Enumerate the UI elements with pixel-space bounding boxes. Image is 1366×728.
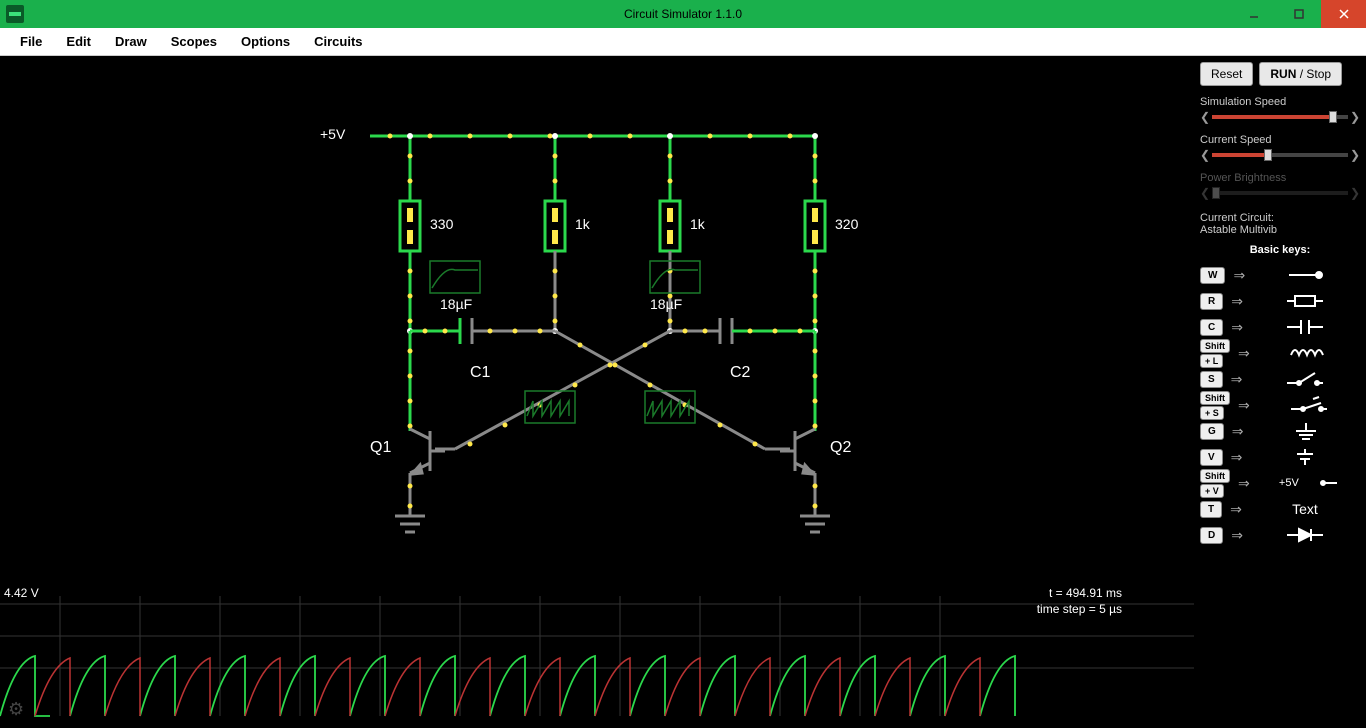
- vsource-icon: [1250, 447, 1360, 467]
- c1-label: C1: [470, 364, 490, 382]
- keys-header: Basic keys:: [1200, 244, 1360, 256]
- gear-icon[interactable]: ⚙: [8, 699, 24, 720]
- maximize-button[interactable]: [1276, 0, 1321, 28]
- circuit-canvas[interactable]: +5V 330 1k 1k 320 18µF 18µF C1 C2 Q1 Q2 …: [0, 56, 1194, 728]
- r4-value: 320: [835, 216, 858, 232]
- arrow-icon: ⇒: [1231, 293, 1243, 310]
- current-circuit-label: Current Circuit:: [1200, 212, 1360, 224]
- key-button[interactable]: W: [1200, 267, 1225, 284]
- key-button[interactable]: + V: [1200, 484, 1224, 498]
- arrow-icon: ⇒: [1231, 371, 1243, 388]
- key-row: T ⇒ Text: [1200, 496, 1360, 522]
- c2-label: C2: [730, 364, 750, 382]
- key-row: R⇒: [1200, 288, 1360, 314]
- key-row: Shift+ S ⇒: [1200, 392, 1360, 418]
- arrow-icon: ⇒: [1230, 501, 1242, 518]
- arrow-icon: ⇒: [1231, 449, 1243, 466]
- key-button[interactable]: T: [1200, 501, 1222, 518]
- arrow-icon: ⇒: [1238, 345, 1250, 362]
- arrow-icon: ⇒: [1232, 423, 1244, 440]
- diode-icon: [1251, 525, 1360, 545]
- key-row: C⇒: [1200, 314, 1360, 340]
- text-icon: Text: [1250, 501, 1360, 517]
- menubar: File Edit Draw Scopes Options Circuits: [0, 28, 1366, 56]
- key-button[interactable]: Shift: [1200, 469, 1230, 483]
- key-row: V⇒: [1200, 444, 1360, 470]
- menu-circuits[interactable]: Circuits: [314, 34, 362, 49]
- key-row: W⇒: [1200, 262, 1360, 288]
- scope-step: time step = 5 µs: [1037, 602, 1122, 616]
- r3-value: 1k: [690, 216, 705, 232]
- app-icon: [6, 5, 24, 23]
- titlebar: Circuit Simulator 1.1.0: [0, 0, 1366, 28]
- run-stop-button[interactable]: RUN / Stop: [1259, 62, 1342, 86]
- chevron-right-icon[interactable]: ❯: [1350, 110, 1360, 124]
- key-row: G⇒: [1200, 418, 1360, 444]
- scope-voltage: 4.42 V: [4, 586, 39, 600]
- c2-value: 18µF: [650, 296, 682, 312]
- chevron-right-icon[interactable]: ❯: [1350, 148, 1360, 162]
- key-button[interactable]: Shift: [1200, 391, 1230, 405]
- key-button[interactable]: R: [1200, 293, 1223, 310]
- wire-icon: [1253, 265, 1360, 285]
- chevron-right-icon: ❯: [1350, 186, 1360, 200]
- key-button[interactable]: G: [1200, 423, 1224, 440]
- key-button[interactable]: + L: [1200, 354, 1223, 368]
- current-speed-slider[interactable]: ❮ ❯: [1200, 148, 1360, 162]
- key-button[interactable]: Shift: [1200, 339, 1230, 353]
- r2-value: 1k: [575, 216, 590, 232]
- menu-options[interactable]: Options: [241, 34, 290, 49]
- key-row: S⇒: [1200, 366, 1360, 392]
- chevron-left-icon[interactable]: ❮: [1200, 110, 1210, 124]
- key-row: Shift+ L ⇒: [1200, 340, 1360, 366]
- switch-closed-icon: [1258, 395, 1360, 415]
- current-speed-label: Current Speed: [1200, 134, 1360, 146]
- arrow-icon: ⇒: [1233, 267, 1245, 284]
- key-button[interactable]: S: [1200, 371, 1223, 388]
- q1-label: Q1: [370, 439, 391, 457]
- c1-value: 18µF: [440, 296, 472, 312]
- current-circuit-name: Astable Multivib: [1200, 224, 1360, 236]
- key-row: Shift+ V ⇒ +5V: [1200, 470, 1360, 496]
- scope-time: t = 494.91 ms: [1049, 586, 1122, 600]
- voltage-label: +5V: [320, 126, 345, 142]
- resistor-icon: [1251, 291, 1360, 311]
- key-button[interactable]: D: [1200, 527, 1223, 544]
- key-row: D⇒: [1200, 522, 1360, 548]
- switch-open-icon: [1250, 369, 1360, 389]
- sim-speed-label: Simulation Speed: [1200, 96, 1360, 108]
- menu-draw[interactable]: Draw: [115, 34, 147, 49]
- menu-file[interactable]: File: [20, 34, 42, 49]
- vlabel-icon: +5V: [1258, 473, 1360, 493]
- capacitor-icon: [1251, 317, 1360, 337]
- key-button[interactable]: V: [1200, 449, 1223, 466]
- key-button[interactable]: C: [1200, 319, 1223, 336]
- inductor-icon: [1258, 343, 1360, 363]
- power-brightness-label: Power Brightness: [1200, 172, 1360, 184]
- close-button[interactable]: [1321, 0, 1366, 28]
- arrow-icon: ⇒: [1231, 319, 1243, 336]
- arrow-icon: ⇒: [1238, 475, 1250, 492]
- r1-value: 330: [430, 216, 453, 232]
- ground-icon: [1252, 421, 1360, 441]
- chevron-left-icon[interactable]: ❮: [1200, 148, 1210, 162]
- sidebar: Reset RUN / Stop Simulation Speed ❮ ❯ Cu…: [1194, 56, 1366, 728]
- arrow-icon: ⇒: [1238, 397, 1250, 414]
- power-brightness-slider: ❮ ❯: [1200, 186, 1360, 200]
- menu-scopes[interactable]: Scopes: [171, 34, 217, 49]
- minimize-button[interactable]: [1231, 0, 1276, 28]
- q2-label: Q2: [830, 439, 851, 457]
- window-title: Circuit Simulator 1.1.0: [624, 7, 742, 21]
- sim-speed-slider[interactable]: ❮ ❯: [1200, 110, 1360, 124]
- arrow-icon: ⇒: [1231, 527, 1243, 544]
- reset-button[interactable]: Reset: [1200, 62, 1253, 86]
- key-button[interactable]: + S: [1200, 406, 1224, 420]
- menu-edit[interactable]: Edit: [66, 34, 91, 49]
- chevron-left-icon: ❮: [1200, 186, 1210, 200]
